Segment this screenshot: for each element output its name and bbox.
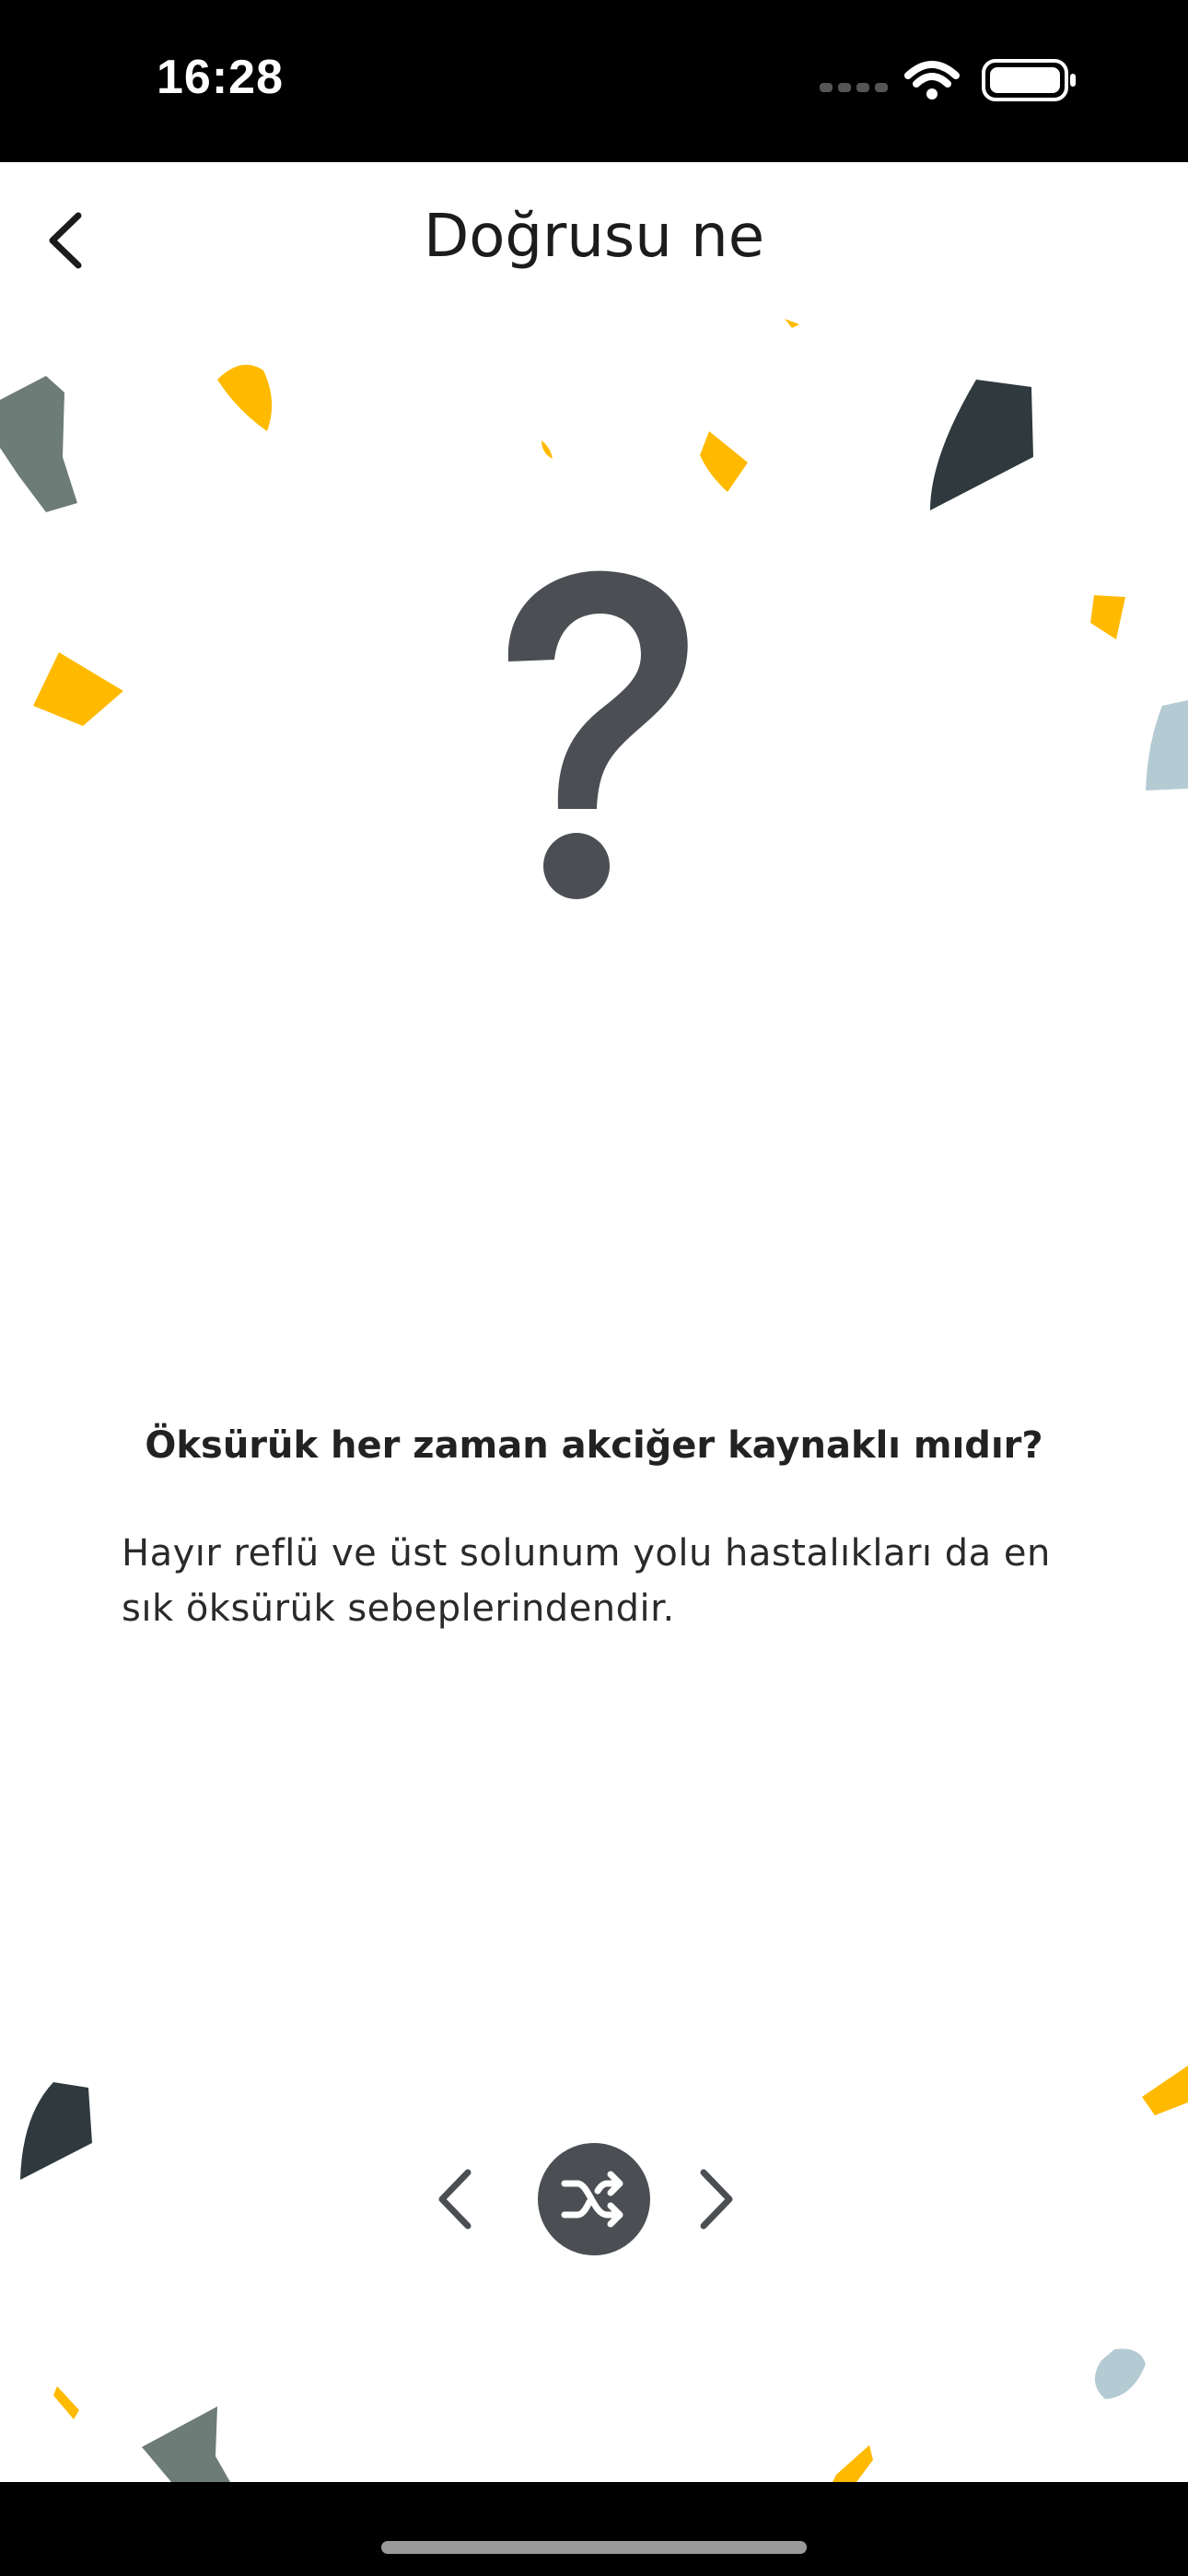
status-bar: 16:28 xyxy=(0,0,1188,162)
shuffle-button[interactable] xyxy=(538,2143,650,2255)
page-title: Doğrusu ne xyxy=(423,203,765,271)
status-icons xyxy=(820,55,1087,107)
question-mark-icon xyxy=(479,568,709,918)
question-title: Öksürük her zaman akciğer kaynaklı mıdır… xyxy=(145,1424,1043,1467)
battery-icon xyxy=(982,59,1076,101)
confetti-piece xyxy=(833,2445,873,2482)
confetti-piece xyxy=(53,2386,79,2419)
shuffle-icon xyxy=(561,2171,623,2228)
home-indicator[interactable] xyxy=(381,2541,807,2554)
signal-icon xyxy=(820,83,888,92)
confetti-piece xyxy=(785,319,799,328)
confetti-piece xyxy=(1142,2066,1188,2115)
nav-bar: Doğrusu ne xyxy=(0,162,1188,319)
confetti-piece xyxy=(1146,700,1188,790)
screen: Doğrusu ne Öksürük her zaman akciğer kay… xyxy=(0,162,1188,2482)
confetti-piece xyxy=(33,652,123,726)
confetti-piece xyxy=(700,431,748,492)
confetti-piece xyxy=(1090,595,1125,639)
confetti-piece xyxy=(0,376,77,512)
confetti-piece xyxy=(217,364,273,431)
previous-button[interactable] xyxy=(414,2149,497,2250)
confetti-piece xyxy=(542,440,553,459)
next-button[interactable] xyxy=(674,2149,757,2250)
confetti-piece xyxy=(142,2406,230,2482)
home-indicator-bar xyxy=(0,2482,1188,2576)
answer-text: Hayır reflü ve üst solunum yolu hastalık… xyxy=(122,1532,1051,1630)
chevron-left-icon xyxy=(438,2169,472,2230)
status-time: 16:28 xyxy=(157,51,284,104)
wifi-icon xyxy=(904,61,960,100)
confetti-piece xyxy=(1094,2348,1146,2399)
chevron-right-icon xyxy=(700,2169,733,2230)
card-controls xyxy=(0,2130,1188,2268)
confetti-piece xyxy=(930,380,1033,510)
